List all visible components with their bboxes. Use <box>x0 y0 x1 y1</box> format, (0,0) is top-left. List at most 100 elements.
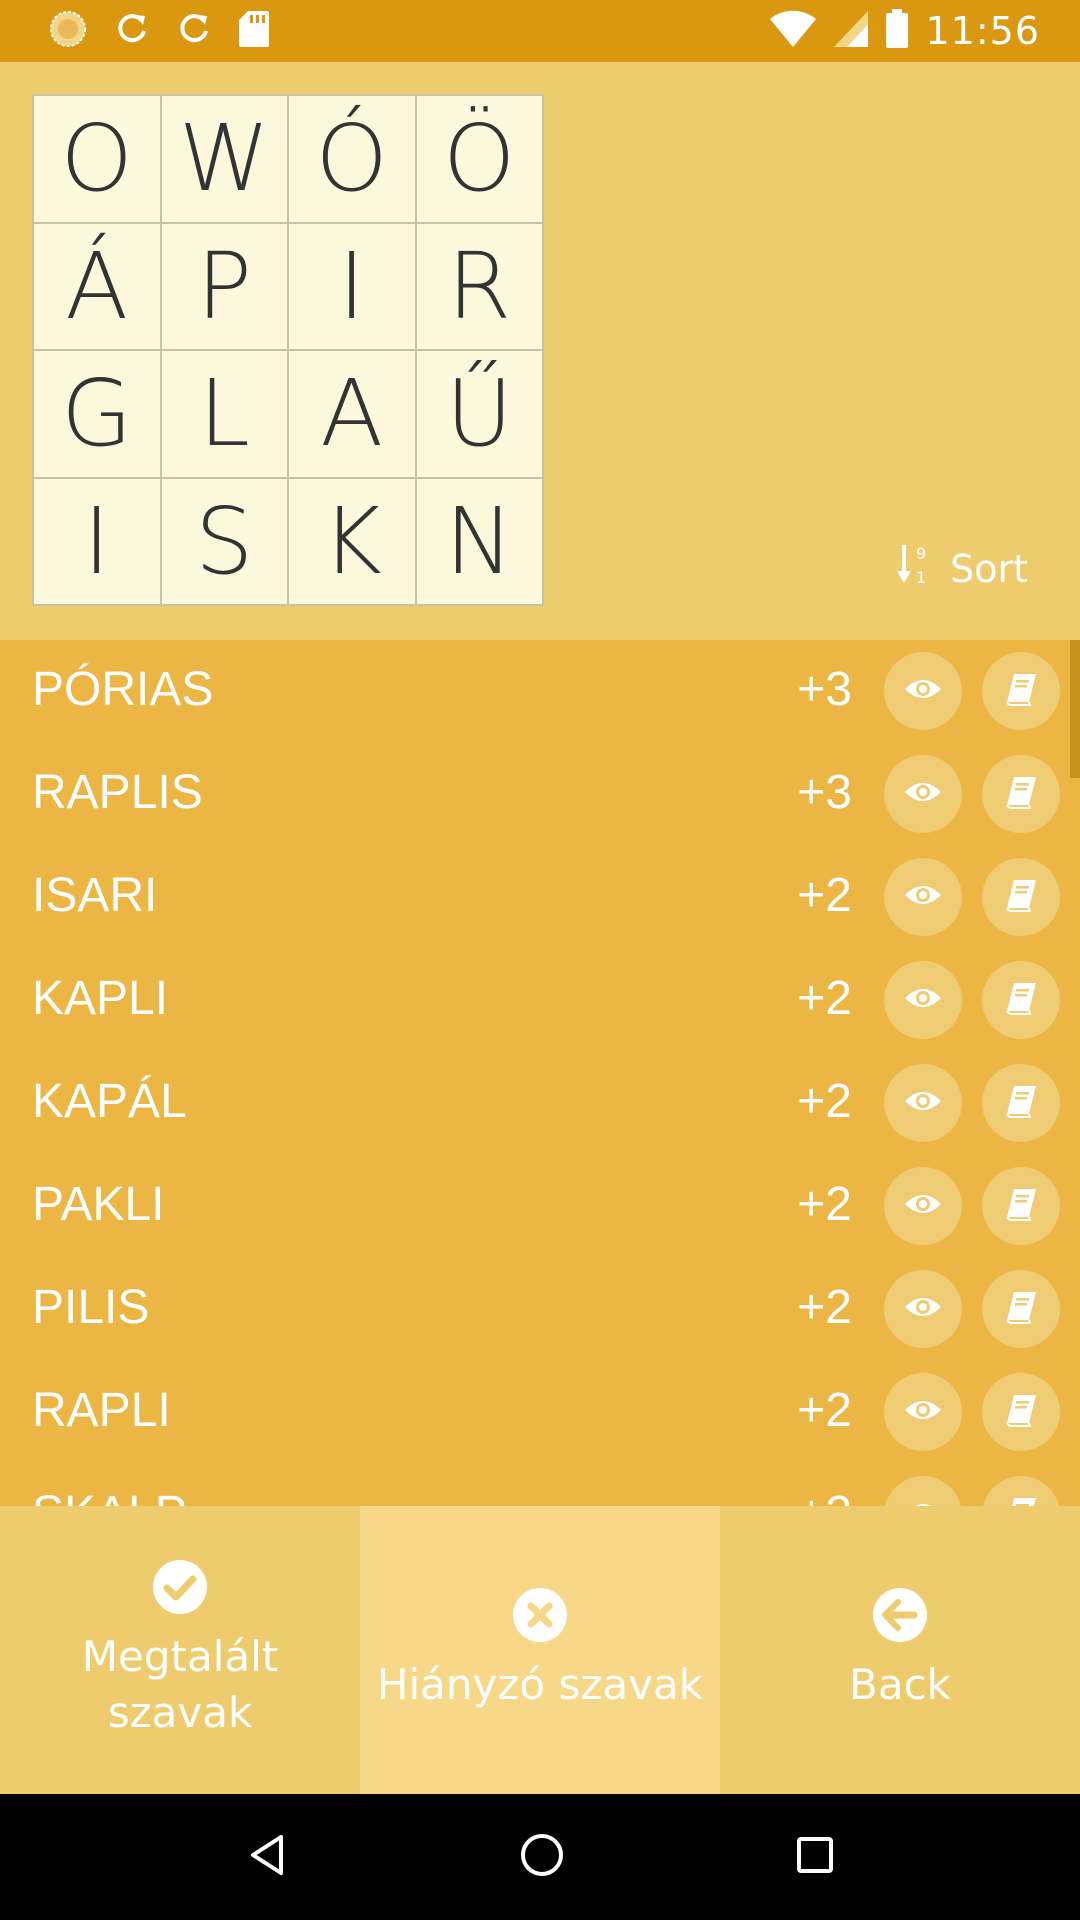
status-right-icons: 11:56 <box>769 9 1040 53</box>
show-word-button[interactable] <box>884 755 962 833</box>
word-points: +2 <box>797 1178 852 1231</box>
book-icon <box>1004 1393 1038 1431</box>
sort-label: Sort <box>950 547 1028 591</box>
show-word-button[interactable] <box>884 1476 962 1506</box>
board-header: O W Ó Ö Á P I R G L A Ű I S K N 91 Sort <box>0 62 1080 640</box>
word-points: +2 <box>797 1486 852 1506</box>
dictionary-button[interactable] <box>982 652 1060 730</box>
word-text: RAPLIS <box>32 766 203 819</box>
eye-icon <box>903 778 943 810</box>
book-icon <box>1004 1084 1038 1122</box>
list-item: PILIS +2 <box>0 1258 1080 1361</box>
grid-cell: N <box>415 477 543 605</box>
status-bar: 11:56 <box>0 0 1080 62</box>
arrow-left-circle-icon <box>872 1587 928 1647</box>
book-icon <box>1004 775 1038 813</box>
back-nav-icon[interactable] <box>245 1833 289 1881</box>
battery-icon <box>885 9 909 53</box>
word-text: PAKLI <box>32 1178 165 1231</box>
tab-label-line: Megtalált <box>81 1632 279 1681</box>
book-icon <box>1004 981 1038 1019</box>
scrollbar[interactable] <box>1070 640 1080 778</box>
dictionary-button[interactable] <box>982 858 1060 936</box>
grid-cell: I <box>33 477 161 605</box>
show-word-button[interactable] <box>884 961 962 1039</box>
show-word-button[interactable] <box>884 858 962 936</box>
tab-label-line: szavak <box>107 1688 253 1737</box>
dictionary-button[interactable] <box>982 1270 1060 1348</box>
show-word-button[interactable] <box>884 1270 962 1348</box>
svg-text:9: 9 <box>916 544 926 563</box>
grid-cell: R <box>415 222 543 350</box>
tab-found-words[interactable]: Megtalált szavak <box>0 1506 360 1794</box>
grid-cell: I <box>288 222 416 350</box>
dictionary-button[interactable] <box>982 1476 1060 1506</box>
missing-words-list[interactable]: PÓRIAS +3 RAPLIS +3 ISARI +2 KAPLI +2 KA… <box>0 640 1080 1506</box>
home-nav-icon[interactable] <box>519 1832 565 1882</box>
tab-missing-words-label: Hiányzó szavak <box>377 1657 703 1713</box>
word-text: SKALP <box>32 1486 187 1506</box>
grid-cell: W <box>160 95 288 223</box>
tab-missing-words[interactable]: Hiányzó szavak <box>360 1506 720 1794</box>
word-text: PÓRIAS <box>32 663 214 716</box>
eye-icon <box>903 1087 943 1119</box>
dictionary-button[interactable] <box>982 1064 1060 1142</box>
eye-icon <box>903 1190 943 1222</box>
list-item: KAPÁL +2 <box>0 1052 1080 1155</box>
word-points: +2 <box>797 1075 852 1128</box>
word-text: RAPLI <box>32 1384 171 1437</box>
grid-cell: L <box>160 350 288 478</box>
eye-icon <box>903 675 943 707</box>
list-item: RAPLIS +3 <box>0 743 1080 846</box>
refresh-icon <box>114 11 150 51</box>
sun-icon <box>48 9 88 53</box>
book-icon <box>1004 1290 1038 1328</box>
book-icon <box>1004 878 1038 916</box>
book-icon <box>1004 1187 1038 1225</box>
refresh-icon <box>176 11 212 51</box>
grid-cell: G <box>33 350 161 478</box>
sd-card-icon <box>238 10 270 52</box>
navigation-bar <box>0 1794 1080 1920</box>
book-icon <box>1004 672 1038 710</box>
grid-cell: Á <box>33 222 161 350</box>
list-item: RAPLI +2 <box>0 1361 1080 1464</box>
word-points: +2 <box>797 972 852 1025</box>
show-word-button[interactable] <box>884 1064 962 1142</box>
list-item: KAPLI +2 <box>0 949 1080 1052</box>
eye-icon <box>903 1293 943 1325</box>
word-text: PILIS <box>32 1281 150 1334</box>
word-points: +3 <box>797 663 852 716</box>
show-word-button[interactable] <box>884 1167 962 1245</box>
tab-label-line: Back <box>849 1660 951 1709</box>
dictionary-button[interactable] <box>982 1373 1060 1451</box>
show-word-button[interactable] <box>884 1373 962 1451</box>
eye-icon <box>903 984 943 1016</box>
tab-back-label: Back <box>849 1657 951 1713</box>
sort-numeric-icon: 91 <box>896 543 932 596</box>
tab-found-words-label: Megtalált szavak <box>82 1629 279 1741</box>
show-word-button[interactable] <box>884 652 962 730</box>
eye-icon <box>903 1396 943 1428</box>
grid-cell: A <box>288 350 416 478</box>
sort-button[interactable]: 91 Sort <box>896 540 1028 598</box>
list-item: PAKLI +2 <box>0 1155 1080 1258</box>
tab-back[interactable]: Back <box>720 1506 1080 1794</box>
dictionary-button[interactable] <box>982 1167 1060 1245</box>
word-points: +2 <box>797 1384 852 1437</box>
status-left-icons <box>48 9 270 53</box>
list-item: ISARI +2 <box>0 846 1080 949</box>
recents-nav-icon[interactable] <box>795 1835 835 1879</box>
word-points: +2 <box>797 1281 852 1334</box>
grid-cell: O <box>33 95 161 223</box>
letter-grid: O W Ó Ö Á P I R G L A Ű I S K N <box>32 94 544 606</box>
word-points: +3 <box>797 766 852 819</box>
word-points: +2 <box>797 869 852 922</box>
svg-text:1: 1 <box>916 568 926 587</box>
tab-label-line: Hiányzó szavak <box>376 1660 704 1709</box>
signal-icon <box>833 10 869 52</box>
list-item: PÓRIAS +3 <box>0 640 1080 743</box>
dictionary-button[interactable] <box>982 755 1060 833</box>
dictionary-button[interactable] <box>982 961 1060 1039</box>
eye-icon <box>903 881 943 913</box>
